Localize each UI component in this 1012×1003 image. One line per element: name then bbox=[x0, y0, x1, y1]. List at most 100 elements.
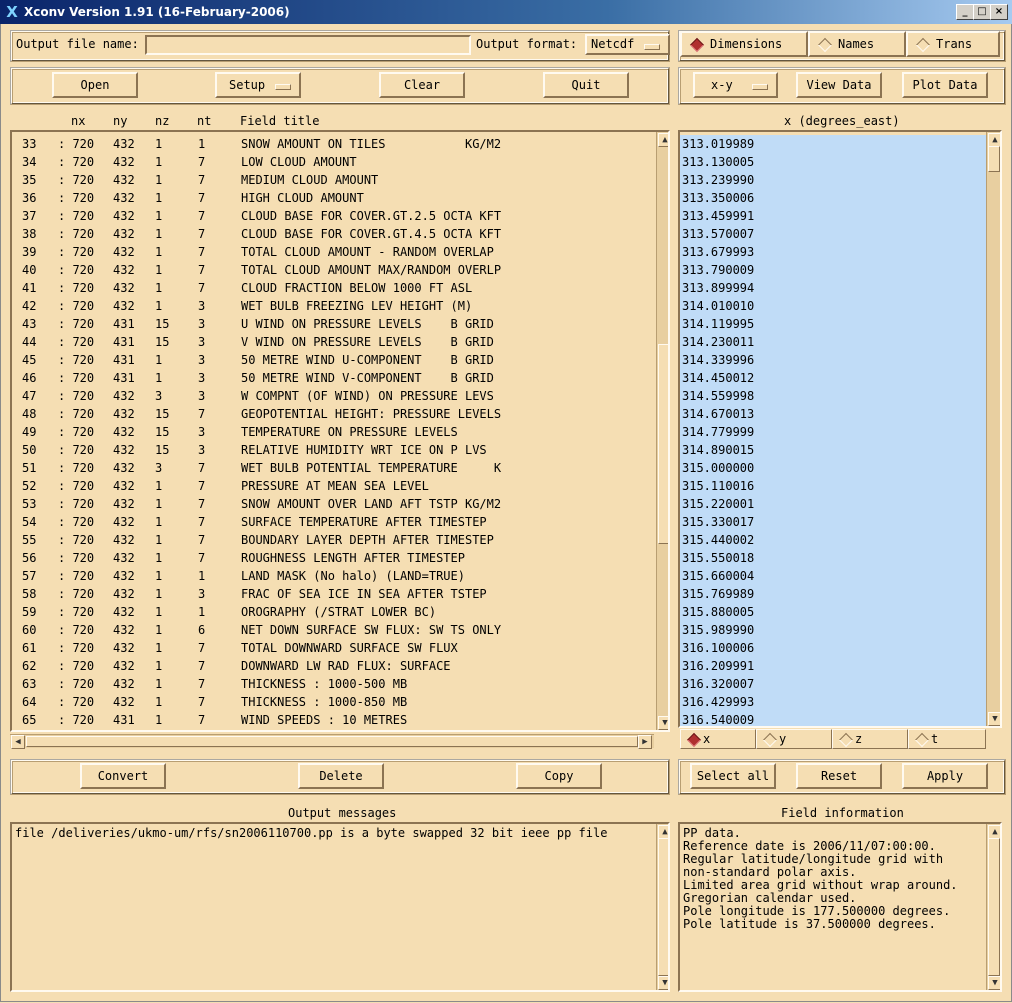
scroll-thumb[interactable] bbox=[988, 838, 1000, 976]
open-button[interactable]: Open bbox=[52, 72, 138, 98]
table-row[interactable]: 41: 720 432 1 7 CLOUD FRACTION BELOW 1000 FT… bbox=[12, 279, 652, 297]
list-item[interactable]: 313.019989 bbox=[682, 135, 754, 153]
scroll-up-icon[interactable]: ▲ bbox=[988, 133, 1000, 147]
list-item[interactable]: 315.220001 bbox=[682, 495, 754, 513]
quit-button[interactable]: Quit bbox=[543, 72, 629, 98]
output-file-input[interactable] bbox=[145, 35, 471, 55]
select-all-button[interactable]: Select all bbox=[690, 763, 776, 789]
table-row[interactable]: 63: 720 432 1 7 THICKNESS : 1000-500 MB bbox=[12, 675, 652, 693]
list-item[interactable]: 316.209991 bbox=[682, 657, 754, 675]
list-item[interactable]: 313.130005 bbox=[682, 153, 754, 171]
table-row[interactable]: 58: 720 432 1 3 FRAC OF SEA ICE IN SEA AFTER… bbox=[12, 585, 652, 603]
hscroll-thumb[interactable] bbox=[26, 736, 638, 747]
table-row[interactable]: 42: 720 432 1 3 WET BULB FREEZING LEV HEIGHT… bbox=[12, 297, 652, 315]
list-item[interactable]: 313.679993 bbox=[682, 243, 754, 261]
list-item[interactable]: 314.230011 bbox=[682, 333, 754, 351]
view-data-button[interactable]: View Data bbox=[796, 72, 882, 98]
plot-data-button[interactable]: Plot Data bbox=[902, 72, 988, 98]
table-row[interactable]: 35: 720 432 1 7 MEDIUM CLOUD AMOUNT bbox=[12, 171, 652, 189]
axis-z-radio[interactable]: z bbox=[832, 729, 908, 749]
table-row[interactable]: 50: 720 432 15 3 RELATIVE HUMIDITY WRT ICE O… bbox=[12, 441, 652, 459]
table-row[interactable]: 65: 720 431 1 7 WIND SPEEDS : 10 METRES bbox=[12, 711, 652, 729]
messages-scrollbar[interactable]: ▲ ▼ bbox=[656, 824, 668, 990]
axis-x-radio[interactable]: x bbox=[680, 729, 756, 749]
list-item[interactable]: 313.790009 bbox=[682, 261, 754, 279]
scroll-thumb[interactable] bbox=[658, 344, 668, 544]
table-row[interactable]: 46: 720 431 1 3 50 METRE WIND V-COMPONENT B … bbox=[12, 369, 652, 387]
table-row[interactable]: 38: 720 432 1 7 CLOUD BASE FOR COVER.GT.4.5 … bbox=[12, 225, 652, 243]
clear-button[interactable]: Clear bbox=[379, 72, 465, 98]
list-item[interactable]: 313.570007 bbox=[682, 225, 754, 243]
scroll-left-icon[interactable]: ◀ bbox=[11, 735, 25, 749]
list-item[interactable]: 314.339996 bbox=[682, 351, 754, 369]
field-info-scrollbar[interactable]: ▲ ▼ bbox=[986, 824, 1000, 990]
list-item[interactable]: 313.239990 bbox=[682, 171, 754, 189]
table-row[interactable]: 36: 720 432 1 7 HIGH CLOUD AMOUNT bbox=[12, 189, 652, 207]
list-item[interactable]: 313.459991 bbox=[682, 207, 754, 225]
tab-names[interactable]: Names bbox=[808, 31, 906, 57]
list-item[interactable]: 315.110016 bbox=[682, 477, 754, 495]
scroll-down-icon[interactable]: ▼ bbox=[988, 712, 1000, 726]
output-format-select[interactable]: Netcdf bbox=[585, 34, 670, 55]
list-item[interactable]: 313.899994 bbox=[682, 279, 754, 297]
list-item[interactable]: 313.350006 bbox=[682, 189, 754, 207]
table-row[interactable]: 44: 720 431 15 3 V WIND ON PRESSURE LEVELS B… bbox=[12, 333, 652, 351]
list-item[interactable]: 314.559998 bbox=[682, 387, 754, 405]
table-row[interactable]: 33: 720 432 1 1 SNOW AMOUNT ON TILES KG/M2 bbox=[12, 135, 652, 153]
axis-y-radio[interactable]: y bbox=[756, 729, 832, 749]
copy-button[interactable]: Copy bbox=[516, 763, 602, 789]
list-item[interactable]: 315.660004 bbox=[682, 567, 754, 585]
table-row[interactable]: 51: 720 432 3 7 WET BULB POTENTIAL TEMPERATU… bbox=[12, 459, 652, 477]
maximize-icon[interactable]: □ bbox=[973, 4, 991, 20]
list-item[interactable]: 315.880005 bbox=[682, 603, 754, 621]
axis-t-radio[interactable]: t bbox=[908, 729, 986, 749]
list-item[interactable]: 316.429993 bbox=[682, 693, 754, 711]
scroll-up-icon[interactable]: ▲ bbox=[658, 825, 668, 839]
table-row[interactable]: 57: 720 432 1 1 LAND MASK (No halo) (LAND=TR… bbox=[12, 567, 652, 585]
table-row[interactable]: 60: 720 432 1 6 NET DOWN SURFACE SW FLUX: SW… bbox=[12, 621, 652, 639]
list-item[interactable]: 316.100006 bbox=[682, 639, 754, 657]
table-row[interactable]: 34: 720 432 1 7 LOW CLOUD AMOUNT bbox=[12, 153, 652, 171]
list-item[interactable]: 314.670013 bbox=[682, 405, 754, 423]
table-row[interactable]: 48: 720 432 15 7 GEOPOTENTIAL HEIGHT: PRESSU… bbox=[12, 405, 652, 423]
list-item[interactable]: 315.550018 bbox=[682, 549, 754, 567]
field-info-box[interactable]: PP data. Reference date is 2006/11/07:00:… bbox=[678, 822, 1002, 992]
table-row[interactable]: 47: 720 432 3 3 W COMPNT (OF WIND) ON PRESSU… bbox=[12, 387, 652, 405]
scroll-down-icon[interactable]: ▼ bbox=[988, 976, 1000, 990]
tab-trans[interactable]: Trans bbox=[906, 31, 1000, 57]
table-row[interactable]: 45: 720 431 1 3 50 METRE WIND U-COMPONENT B … bbox=[12, 351, 652, 369]
setup-menu-button[interactable]: Setup bbox=[215, 72, 301, 98]
scroll-up-icon[interactable]: ▲ bbox=[988, 825, 1000, 839]
list-item[interactable]: 314.450012 bbox=[682, 369, 754, 387]
close-icon[interactable]: × bbox=[990, 4, 1008, 20]
list-item[interactable]: 316.320007 bbox=[682, 675, 754, 693]
table-row[interactable]: 37: 720 432 1 7 CLOUD BASE FOR COVER.GT.2.5 … bbox=[12, 207, 652, 225]
table-row[interactable]: 62: 720 432 1 7 DOWNWARD LW RAD FLUX: SURFAC… bbox=[12, 657, 652, 675]
table-row[interactable]: 55: 720 432 1 7 BOUNDARY LAYER DEPTH AFTER T… bbox=[12, 531, 652, 549]
list-item[interactable]: 315.330017 bbox=[682, 513, 754, 531]
list-item[interactable]: 315.000000 bbox=[682, 459, 754, 477]
table-row[interactable]: 56: 720 432 1 7 ROUGHNESS LENGTH AFTER TIMES… bbox=[12, 549, 652, 567]
plot-mode-select[interactable]: x-y bbox=[693, 72, 778, 98]
table-row[interactable]: 53: 720 432 1 7 SNOW AMOUNT OVER LAND AFT TS… bbox=[12, 495, 652, 513]
table-row[interactable]: 61: 720 432 1 7 TOTAL DOWNWARD SURFACE SW FL… bbox=[12, 639, 652, 657]
table-row[interactable]: 39: 720 432 1 7 TOTAL CLOUD AMOUNT - RANDOM … bbox=[12, 243, 652, 261]
scroll-thumb[interactable] bbox=[658, 838, 668, 976]
scroll-up-icon[interactable]: ▲ bbox=[658, 133, 668, 147]
convert-button[interactable]: Convert bbox=[80, 763, 166, 789]
field-list-hscrollbar[interactable]: ◀ ▶ bbox=[10, 734, 654, 749]
dimension-scrollbar[interactable]: ▲ ▼ bbox=[986, 132, 1000, 726]
table-row[interactable]: 54: 720 432 1 7 SURFACE TEMPERATURE AFTER TI… bbox=[12, 513, 652, 531]
field-list-scrollbar[interactable]: ▲ ▼ bbox=[656, 132, 668, 730]
scroll-down-icon[interactable]: ▼ bbox=[658, 716, 668, 730]
scroll-right-icon[interactable]: ▶ bbox=[638, 735, 652, 749]
scroll-down-icon[interactable]: ▼ bbox=[658, 976, 668, 990]
messages-box[interactable]: file /deliveries/ukmo-um/rfs/sn200611070… bbox=[10, 822, 670, 992]
list-item[interactable]: 315.440002 bbox=[682, 531, 754, 549]
list-item[interactable]: 315.989990 bbox=[682, 621, 754, 639]
minimize-icon[interactable]: _ bbox=[956, 4, 974, 20]
dimension-list[interactable]: 313.019989 313.130005 313.239990 313.350006… bbox=[678, 130, 1002, 728]
table-row[interactable]: 52: 720 432 1 7 PRESSURE AT MEAN SEA LEVEL bbox=[12, 477, 652, 495]
list-item[interactable]: 314.010010 bbox=[682, 297, 754, 315]
list-item[interactable]: 315.769989 bbox=[682, 585, 754, 603]
